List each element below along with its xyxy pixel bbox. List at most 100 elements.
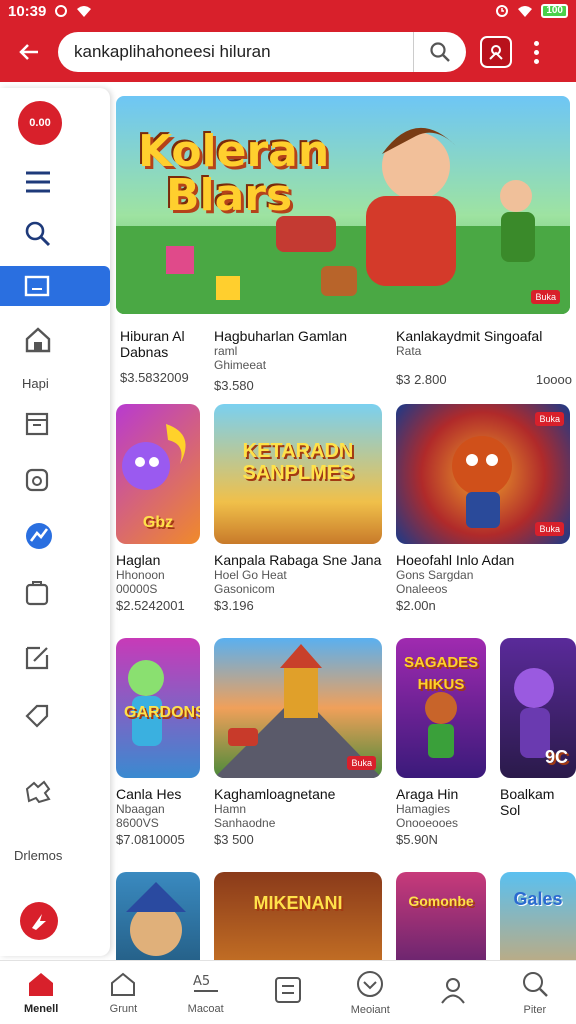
tag-icon	[25, 704, 49, 728]
wifi-icon	[77, 6, 92, 17]
card-thumbnail: SAGADES HIKUS	[396, 638, 486, 778]
nav-item-games[interactable]: Grunt	[82, 961, 164, 1024]
nav-label: Grunt	[109, 1002, 138, 1015]
signal-icon	[518, 6, 533, 17]
search-icon	[25, 221, 51, 247]
nav-label: Macoat	[187, 1002, 224, 1015]
game-card[interactable]: Buka Buka Hoeofahl Inlo Adan Gons Sargda…	[396, 404, 570, 614]
card-title: Canla Hes	[116, 786, 182, 802]
card-thumbnail: Gales	[500, 872, 576, 962]
game-card[interactable]: Gomonbe	[396, 872, 486, 962]
game-card[interactable]: GARDONS Canla Hes Nbaagan 8600VS $7.0810…	[116, 638, 200, 848]
card-subtitle: Hamagies	[396, 802, 451, 816]
game-card[interactable]: SAGADES HIKUS Araga Hin Hamagies Onooeoo…	[396, 638, 486, 848]
sidebar-item-camera[interactable]	[0, 460, 110, 500]
sidebar-item-menu[interactable]	[0, 162, 110, 202]
voice-search-button[interactable]	[480, 36, 512, 68]
sidebar-brand-icon[interactable]	[20, 902, 58, 940]
card-art-text: GARDONS	[124, 704, 200, 721]
card-art-text: Gomonbe	[408, 893, 474, 909]
card-subtitle: Onaleeos	[396, 582, 448, 596]
card-title: Hiburan Al Dabnas	[120, 328, 185, 360]
nav-item-wishlist[interactable]: Meoiant	[329, 961, 411, 1024]
card-price: $3 2.800	[396, 372, 447, 387]
lightning-icon	[32, 914, 46, 930]
featured-banner[interactable]: Koleran Blars Buka	[116, 96, 570, 314]
pencil-square-icon	[25, 646, 49, 670]
card-art-text: Gbz	[142, 514, 174, 531]
card-price: $3.580	[214, 378, 254, 393]
card-price: $2.5242001	[116, 598, 185, 613]
game-card[interactable]: Buka Kaghamloagnetane Hamn Sanhaodne $3 …	[214, 638, 382, 848]
nav-item-home[interactable]: Menell	[0, 961, 82, 1024]
content-area: Koleran Blars Buka Hiburan Al Dabnas $3.…	[110, 82, 576, 962]
card-art-text: MIKENANI	[253, 893, 343, 913]
card-subtitle: Ghimeeat	[214, 358, 267, 372]
back-button[interactable]	[0, 22, 58, 82]
sidebar-item-trending[interactable]	[0, 516, 110, 556]
sidebar-item-calendar[interactable]	[0, 404, 110, 444]
card-subtitle: Hoel Go Heat	[214, 568, 287, 582]
game-card[interactable]: Hiburan Al Dabnas $3.5832009	[120, 320, 216, 386]
sidebar-item-search[interactable]	[0, 214, 110, 254]
trending-icon	[26, 523, 52, 549]
game-card[interactable]	[116, 872, 200, 962]
nav-item-profile[interactable]	[411, 961, 493, 1024]
card-title: Boalkam Sol	[500, 786, 555, 818]
card-subtitle: 00000S	[116, 582, 158, 596]
nav-item-list[interactable]	[247, 961, 329, 1024]
sidebar-item-bag[interactable]	[0, 572, 110, 612]
more-options-button[interactable]	[526, 40, 546, 64]
game-card[interactable]: 9C Boalkam Sol	[500, 638, 576, 818]
card-thumbnail: Gbz	[116, 404, 200, 544]
game-card[interactable]: Gbz Haglan Hhonoon 00000S $2.5242001	[116, 404, 200, 614]
card-subtitle: 8600VS	[116, 816, 159, 830]
dot-icon	[533, 58, 539, 64]
dot-icon	[533, 40, 539, 46]
home-icon	[29, 972, 54, 996]
banner-title-line: Koleran	[138, 126, 330, 177]
status-time: 10:39	[8, 2, 47, 20]
battery-indicator: 100	[541, 4, 568, 18]
nav-label: Meoiant	[350, 1003, 390, 1016]
menu-icon	[26, 171, 50, 193]
card-subtitle: Nbaagan	[116, 802, 165, 816]
card-title: Kaghamloagnetane	[214, 786, 336, 802]
game-card[interactable]: Hagbuharlan Gamlan raml Ghimeeat $3.580	[214, 320, 384, 394]
sidebar-item-store[interactable]	[0, 266, 110, 306]
sidebar-item-tag[interactable]	[0, 696, 110, 736]
card-title: Kanpala Rabaga Sne Jana	[214, 552, 382, 568]
card-subtitle: Gons Sargdan	[396, 568, 474, 582]
sidebar-item-puzzle[interactable]	[0, 772, 110, 812]
sidebar-item-home[interactable]	[0, 320, 110, 360]
card-subtitle: Hhonoon	[116, 568, 165, 582]
search-icon	[430, 42, 450, 62]
card-title: Hoeofahl Inlo Adan	[396, 552, 515, 568]
sidebar-section-label: Hapi	[22, 376, 49, 391]
card-price: $3.196	[214, 598, 254, 613]
status-bar: 10:39 100	[0, 0, 576, 22]
podcast-icon	[489, 45, 503, 60]
search-input[interactable]: kankaplihahoneesi hiluran	[74, 32, 414, 72]
nav-item-apps[interactable]: A5 Macoat	[165, 961, 247, 1024]
card-art-text: SAGADES HIKUS	[404, 654, 479, 693]
heart-circle-icon	[357, 970, 384, 997]
game-card[interactable]: KETARADN SANPLMES Kanpala Rabaga Sne Jan…	[214, 404, 382, 614]
calendar-icon	[25, 412, 49, 436]
search-button[interactable]	[414, 41, 466, 63]
card-badge: Buka	[535, 522, 564, 536]
card-subtitle: Rata	[396, 344, 422, 358]
game-card[interactable]: MIKENANI	[214, 872, 382, 962]
game-card[interactable]: Gales	[500, 872, 576, 962]
card-price: $2.00n	[396, 598, 436, 613]
nav-item-search[interactable]: Piter	[494, 961, 576, 1024]
game-card[interactable]: Kanlakaydmit Singoafal Rata $3 2.800 1oo…	[396, 320, 572, 388]
app-logo[interactable]: 0.00	[18, 101, 62, 145]
puzzle-icon	[25, 780, 51, 804]
sidebar-item-edit[interactable]	[0, 638, 110, 678]
card-price-row: $3 2.800 1oooo	[396, 372, 572, 388]
card-price: $3.5832009	[120, 370, 189, 385]
card-thumbnail: Buka Buka	[396, 404, 570, 544]
search-bar[interactable]: kankaplihahoneesi hiluran	[58, 32, 466, 72]
card-subtitle: Onooeooes	[396, 816, 459, 830]
